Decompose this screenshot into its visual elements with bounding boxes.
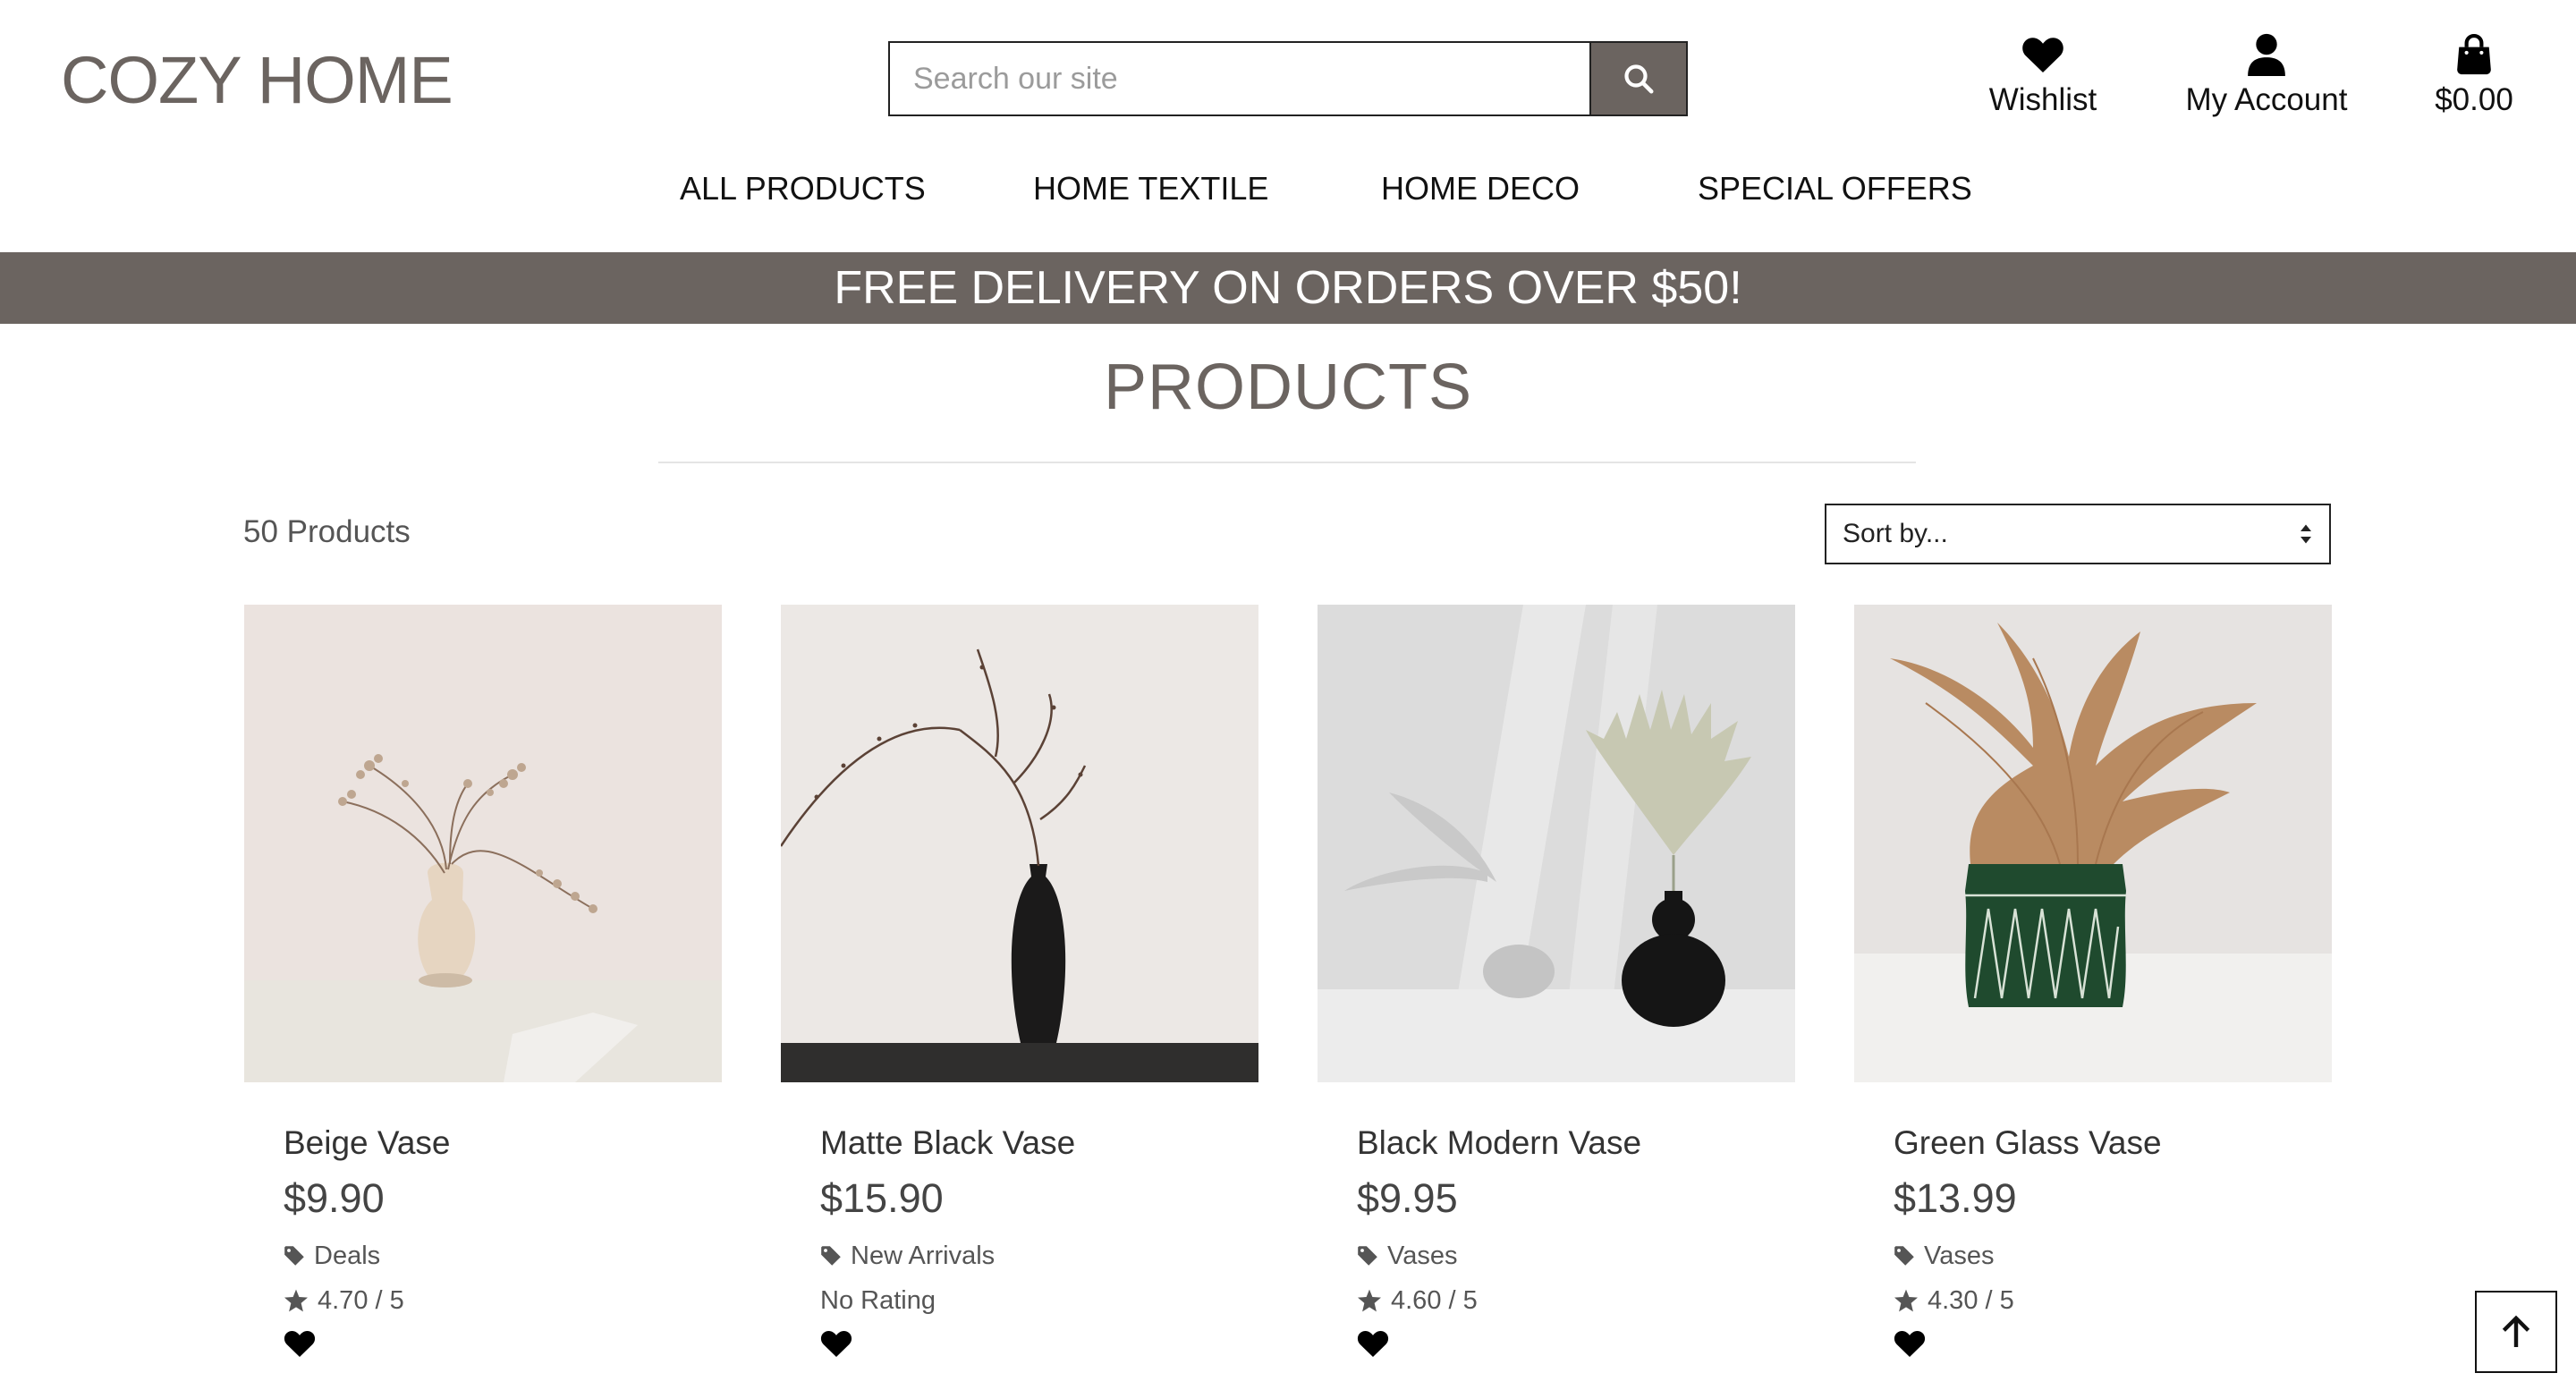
shopping-bag-icon xyxy=(2455,32,2493,77)
tag-icon xyxy=(284,1246,304,1266)
wishlist-link[interactable]: Wishlist xyxy=(1982,32,2104,118)
heart-icon xyxy=(820,1330,852,1357)
product-image[interactable] xyxy=(244,605,722,1082)
add-to-wishlist-button[interactable] xyxy=(284,1327,722,1360)
banner-text: FREE DELIVERY ON ORDERS OVER $50! xyxy=(834,262,1742,314)
product-rating: 4.60 / 5 xyxy=(1357,1284,1795,1317)
product-card[interactable]: Black Modern Vase $9.95 Vases 4.60 / 5 xyxy=(1318,605,1795,1360)
product-info: Beige Vase $9.90 Deals 4.70 / 5 xyxy=(244,1123,722,1360)
tag-icon xyxy=(1358,1246,1377,1266)
star-icon xyxy=(1894,1289,1918,1312)
tag-icon xyxy=(821,1246,841,1266)
product-name[interactable]: Beige Vase xyxy=(284,1123,722,1163)
add-to-wishlist-button[interactable] xyxy=(1357,1327,1795,1360)
product-info: Black Modern Vase $9.95 Vases 4.60 / 5 xyxy=(1318,1123,1795,1360)
product-count: 50 Products xyxy=(243,514,411,549)
back-to-top-button[interactable] xyxy=(2475,1291,2557,1373)
site-logo[interactable]: COZY HOME xyxy=(61,38,453,123)
add-to-wishlist-button[interactable] xyxy=(820,1327,1258,1360)
delivery-banner: FREE DELIVERY ON ORDERS OVER $50! xyxy=(0,252,2576,324)
account-label: My Account xyxy=(2185,82,2348,117)
title-divider xyxy=(658,462,1916,463)
product-price: $15.90 xyxy=(820,1175,944,1221)
product-price: $9.95 xyxy=(1357,1175,1458,1221)
product-category[interactable]: New Arrivals xyxy=(820,1240,1258,1272)
search-icon xyxy=(1624,64,1654,94)
product-category-label: Vases xyxy=(1924,1242,1995,1270)
wishlist-label: Wishlist xyxy=(1988,82,2097,117)
product-category-label: New Arrivals xyxy=(851,1242,996,1270)
search-button[interactable] xyxy=(1589,43,1686,114)
product-name[interactable]: Green Glass Vase xyxy=(1894,1123,2332,1163)
tag-icon xyxy=(1894,1246,1914,1266)
product-image[interactable] xyxy=(1854,605,2332,1082)
bag-total: $0.00 xyxy=(2435,82,2513,117)
product-image[interactable] xyxy=(1318,605,1795,1082)
product-rating: No Rating xyxy=(820,1284,1258,1317)
product-category[interactable]: Vases xyxy=(1357,1240,1795,1272)
user-icon xyxy=(2248,32,2285,77)
product-price: $13.99 xyxy=(1894,1175,2017,1221)
product-category[interactable]: Deals xyxy=(284,1240,722,1272)
product-rating: 4.30 / 5 xyxy=(1894,1284,2332,1317)
heart-icon xyxy=(2021,32,2064,77)
product-rating-label: No Rating xyxy=(820,1286,936,1315)
arrow-up-icon xyxy=(2502,1315,2530,1347)
search-input[interactable] xyxy=(890,43,1589,114)
account-link[interactable]: My Account xyxy=(2182,32,2351,118)
product-card[interactable]: Matte Black Vase $15.90 New Arrivals No … xyxy=(781,605,1258,1360)
product-card[interactable]: Green Glass Vase $13.99 Vases 4.30 / 5 xyxy=(1854,605,2332,1360)
product-name[interactable]: Matte Black Vase xyxy=(820,1123,1258,1163)
product-rating-label: 4.30 / 5 xyxy=(1928,1286,2014,1315)
product-category[interactable]: Vases xyxy=(1894,1240,2332,1272)
product-rating-label: 4.60 / 5 xyxy=(1391,1286,1478,1315)
search-bar xyxy=(888,41,1688,116)
heart-icon xyxy=(1894,1330,1926,1357)
nav-special-offers[interactable]: SPECIAL OFFERS xyxy=(1698,170,1972,208)
nav-home-textile[interactable]: HOME TEXTILE xyxy=(1033,170,1268,208)
product-name[interactable]: Black Modern Vase xyxy=(1357,1123,1795,1163)
star-icon xyxy=(1358,1289,1381,1312)
product-card[interactable]: Beige Vase $9.90 Deals 4.70 / 5 xyxy=(244,605,722,1360)
select-arrows-icon xyxy=(2301,524,2311,544)
heart-icon xyxy=(1357,1330,1389,1357)
nav-home-deco[interactable]: HOME DECO xyxy=(1381,170,1580,208)
sort-selected-value: Sort by... xyxy=(1843,519,1948,548)
sort-select[interactable]: Sort by... xyxy=(1825,504,2331,564)
product-info: Green Glass Vase $13.99 Vases 4.30 / 5 xyxy=(1854,1123,2332,1360)
product-rating-label: 4.70 / 5 xyxy=(318,1286,404,1315)
main-nav: ALL PRODUCTS HOME TEXTILE HOME DECO SPEC… xyxy=(0,170,2576,224)
page-title: PRODUCTS xyxy=(1103,352,1472,423)
product-rating: 4.70 / 5 xyxy=(284,1284,722,1317)
product-info: Matte Black Vase $15.90 New Arrivals No … xyxy=(781,1123,1258,1360)
product-image[interactable] xyxy=(781,605,1258,1082)
bag-link[interactable]: $0.00 xyxy=(2431,32,2517,118)
nav-all-products[interactable]: ALL PRODUCTS xyxy=(680,170,926,208)
star-icon xyxy=(284,1289,308,1312)
site-header: COZY HOME Wishlist My Account $0.00 ALL … xyxy=(0,0,2576,252)
product-category-label: Deals xyxy=(314,1242,381,1270)
product-category-label: Vases xyxy=(1387,1242,1458,1270)
heart-icon xyxy=(284,1330,316,1357)
product-price: $9.90 xyxy=(284,1175,385,1221)
add-to-wishlist-button[interactable] xyxy=(1894,1327,2332,1360)
